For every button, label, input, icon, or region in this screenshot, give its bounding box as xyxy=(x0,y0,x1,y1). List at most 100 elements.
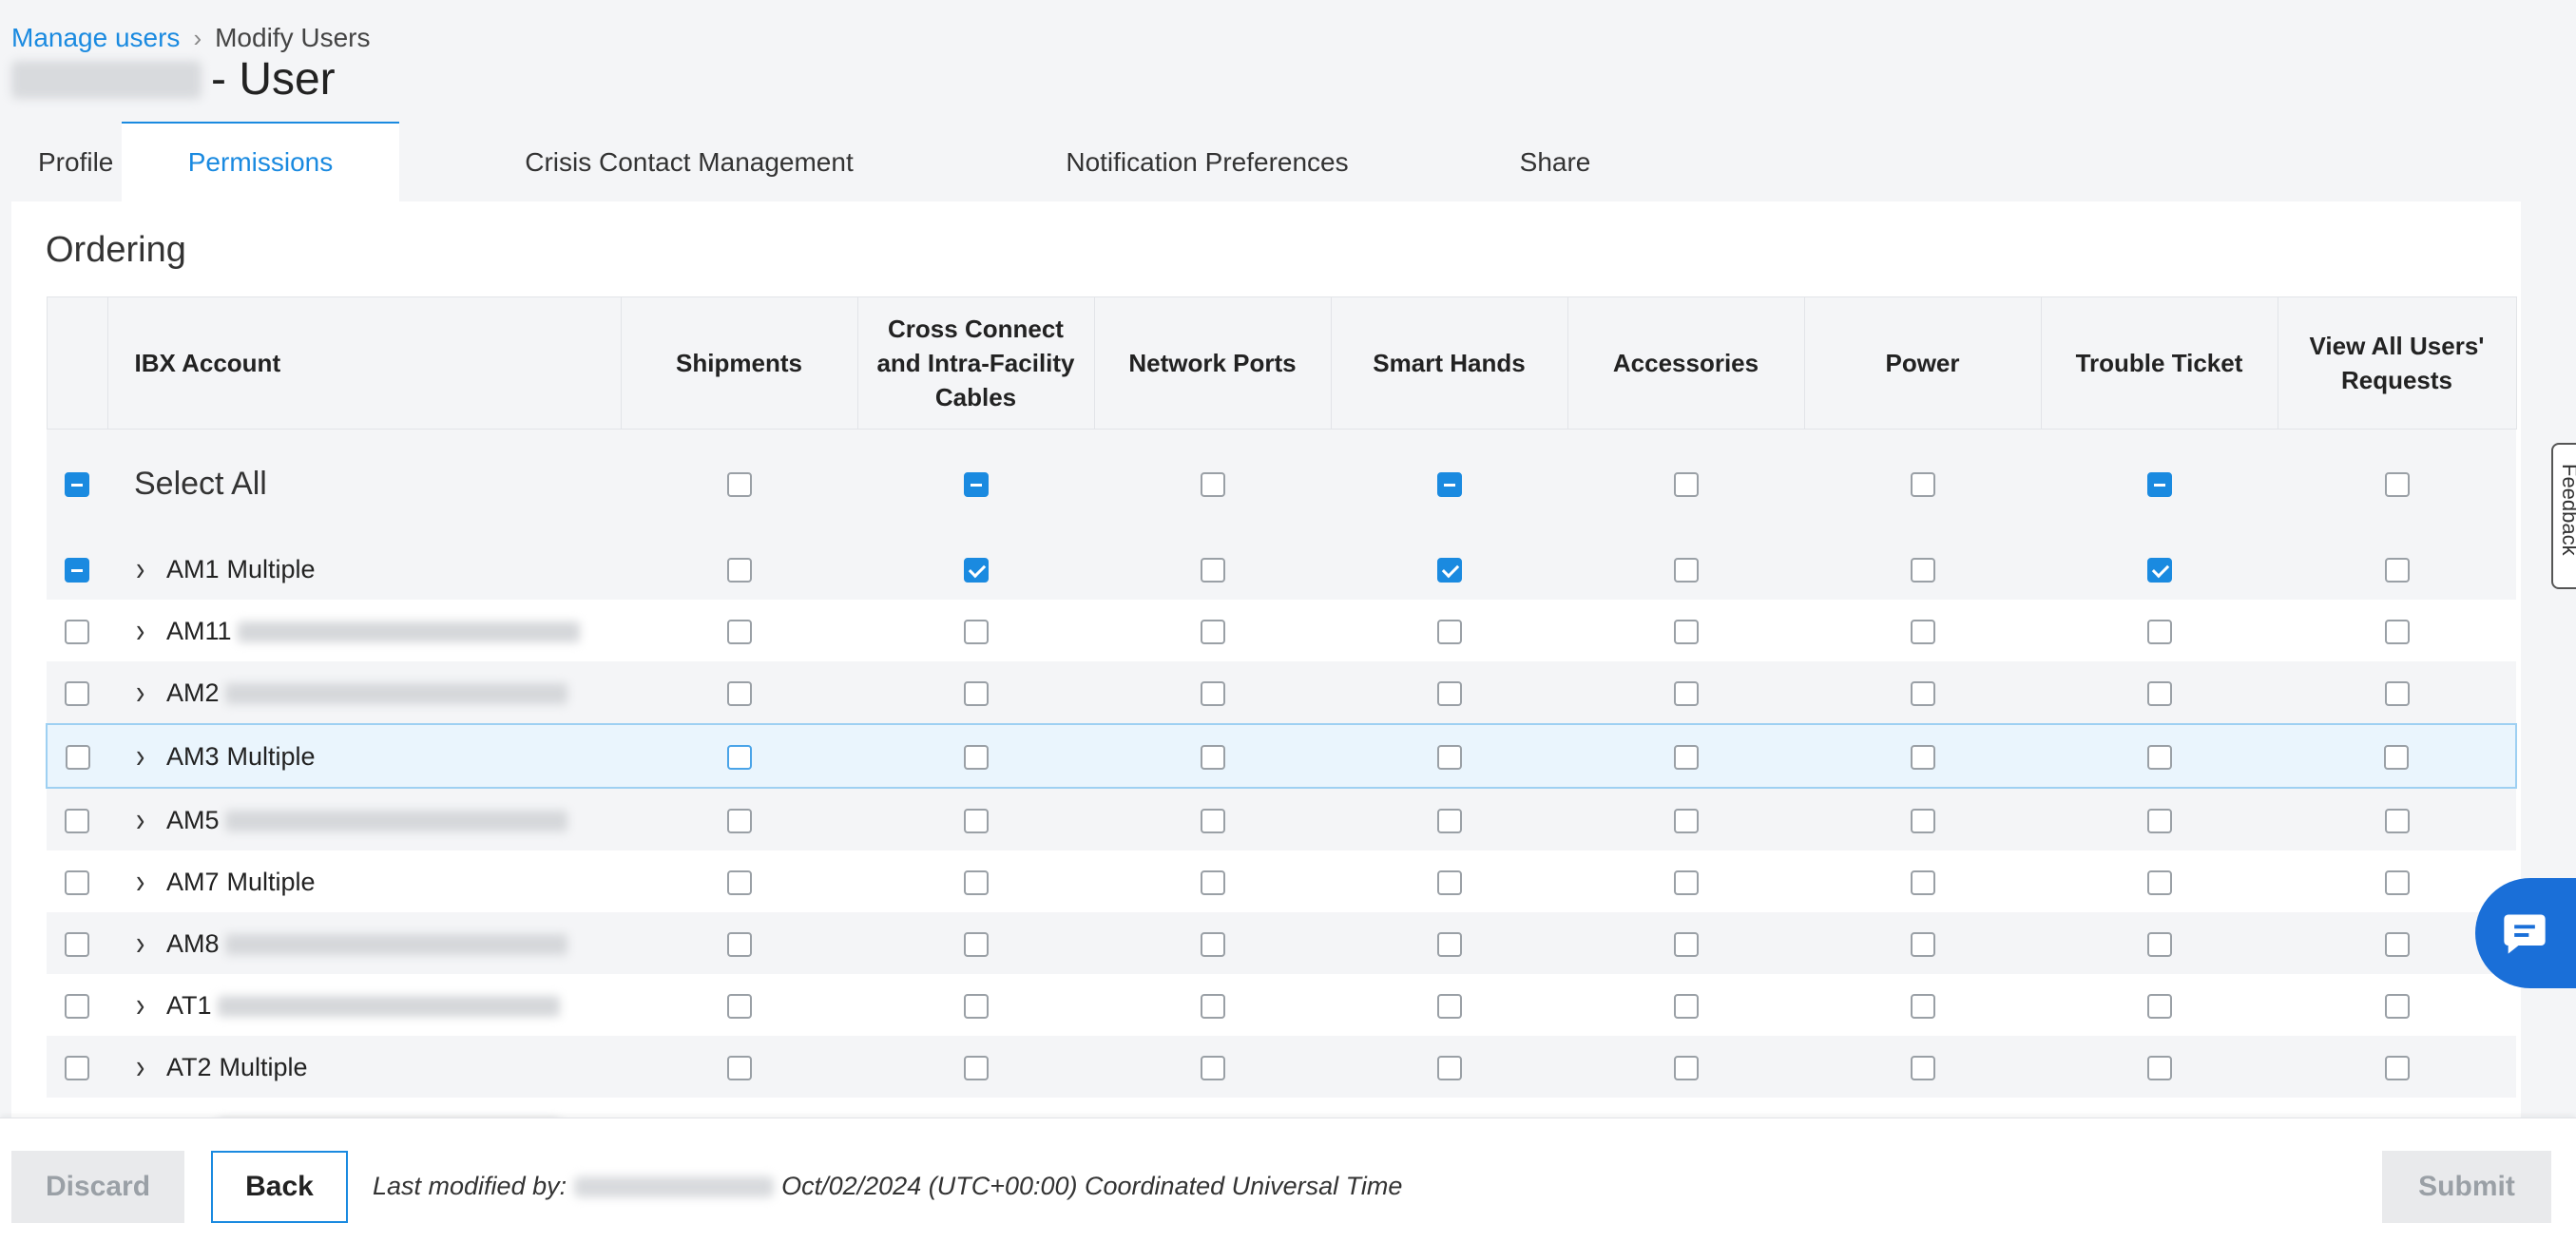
view-all-requests-checkbox[interactable] xyxy=(2384,869,2410,895)
view-all-requests-checkbox[interactable] xyxy=(2384,1055,2410,1080)
chevron-right-icon[interactable]: › xyxy=(136,985,149,1025)
row-select-checkbox[interactable] xyxy=(65,931,89,957)
view-all-requests-checkbox[interactable] xyxy=(2384,744,2409,770)
accessories-checkbox[interactable] xyxy=(1673,744,1699,770)
back-button[interactable]: Back xyxy=(211,1151,348,1223)
cross-connect-checkbox[interactable] xyxy=(963,680,989,706)
trouble-ticket-checkbox[interactable] xyxy=(2146,869,2172,895)
row-select-checkbox[interactable] xyxy=(65,993,89,1019)
feedback-tab[interactable]: Feedback xyxy=(2551,443,2576,589)
trouble-ticket-checkbox[interactable] xyxy=(2146,744,2172,770)
tab-notification-preferences[interactable]: Notification Preferences xyxy=(979,124,1435,201)
select-all-network-ports-checkbox[interactable] xyxy=(1200,472,1225,498)
tab-permissions[interactable]: Permissions xyxy=(122,122,399,201)
smart-hands-checkbox[interactable] xyxy=(1436,993,1462,1019)
smart-hands-checkbox[interactable] xyxy=(1436,744,1462,770)
smart-hands-checkbox[interactable] xyxy=(1436,557,1462,583)
trouble-ticket-checkbox[interactable] xyxy=(2146,680,2172,706)
cross-connect-checkbox[interactable] xyxy=(963,557,989,583)
chevron-right-icon[interactable]: › xyxy=(136,1047,149,1087)
network-ports-checkbox[interactable] xyxy=(1200,1055,1225,1080)
chat-button[interactable] xyxy=(2475,878,2576,988)
discard-button[interactable]: Discard xyxy=(11,1151,184,1223)
network-ports-checkbox[interactable] xyxy=(1200,931,1225,957)
row-select-checkbox[interactable] xyxy=(65,619,89,644)
accessories-checkbox[interactable] xyxy=(1673,931,1699,957)
shipments-checkbox[interactable] xyxy=(726,993,752,1019)
submit-button[interactable]: Submit xyxy=(2382,1151,2551,1223)
row-select-checkbox[interactable] xyxy=(65,557,89,583)
row-select-checkbox[interactable] xyxy=(65,1055,89,1080)
tab-crisis-contact-management[interactable]: Crisis Contact Management xyxy=(399,124,979,201)
accessories-checkbox[interactable] xyxy=(1673,1055,1699,1080)
tab-share[interactable]: Share xyxy=(1435,124,1675,201)
cross-connect-checkbox[interactable] xyxy=(963,1055,989,1080)
network-ports-checkbox[interactable] xyxy=(1200,744,1225,770)
row-select-checkbox[interactable] xyxy=(65,680,89,706)
chevron-right-icon[interactable]: › xyxy=(136,611,149,651)
shipments-checkbox[interactable] xyxy=(726,1055,752,1080)
breadcrumb-manage-users-link[interactable]: Manage users xyxy=(11,23,180,53)
chevron-right-icon[interactable]: › xyxy=(136,924,149,964)
row-select-checkbox[interactable] xyxy=(65,808,89,833)
accessories-checkbox[interactable] xyxy=(1673,869,1699,895)
cross-connect-checkbox[interactable] xyxy=(963,744,989,770)
trouble-ticket-checkbox[interactable] xyxy=(2146,808,2172,833)
row-select-checkbox[interactable] xyxy=(65,744,90,770)
select-all-shipments-checkbox[interactable] xyxy=(726,472,752,498)
chevron-right-icon[interactable]: › xyxy=(136,673,149,713)
chevron-right-icon[interactable]: › xyxy=(136,800,149,840)
trouble-ticket-checkbox[interactable] xyxy=(2146,993,2172,1019)
trouble-ticket-checkbox[interactable] xyxy=(2146,931,2172,957)
accessories-checkbox[interactable] xyxy=(1673,680,1699,706)
shipments-checkbox[interactable] xyxy=(726,557,752,583)
cross-connect-checkbox[interactable] xyxy=(963,869,989,895)
network-ports-checkbox[interactable] xyxy=(1200,808,1225,833)
view-all-requests-checkbox[interactable] xyxy=(2384,557,2410,583)
smart-hands-checkbox[interactable] xyxy=(1436,1055,1462,1080)
trouble-ticket-checkbox[interactable] xyxy=(2146,619,2172,644)
power-checkbox[interactable] xyxy=(1910,808,1935,833)
trouble-ticket-checkbox[interactable] xyxy=(2146,1055,2172,1080)
view-all-requests-checkbox[interactable] xyxy=(2384,619,2410,644)
select-all-cross-connect-checkbox[interactable] xyxy=(963,472,989,498)
cross-connect-checkbox[interactable] xyxy=(963,931,989,957)
select-all-smart-hands-checkbox[interactable] xyxy=(1436,472,1462,498)
row-select-checkbox[interactable] xyxy=(65,869,89,895)
power-checkbox[interactable] xyxy=(1910,744,1935,770)
accessories-checkbox[interactable] xyxy=(1673,557,1699,583)
select-all-trouble-ticket-checkbox[interactable] xyxy=(2146,472,2172,498)
accessories-checkbox[interactable] xyxy=(1673,993,1699,1019)
power-checkbox[interactable] xyxy=(1910,680,1935,706)
select-all-power-checkbox[interactable] xyxy=(1910,472,1935,498)
view-all-requests-checkbox[interactable] xyxy=(2384,993,2410,1019)
select-all-accessories-checkbox[interactable] xyxy=(1673,472,1699,498)
tab-profile[interactable]: Profile xyxy=(0,124,124,201)
smart-hands-checkbox[interactable] xyxy=(1436,680,1462,706)
chevron-right-icon[interactable]: › xyxy=(136,736,149,776)
trouble-ticket-checkbox[interactable] xyxy=(2146,557,2172,583)
cross-connect-checkbox[interactable] xyxy=(963,808,989,833)
power-checkbox[interactable] xyxy=(1910,557,1935,583)
power-checkbox[interactable] xyxy=(1910,931,1935,957)
network-ports-checkbox[interactable] xyxy=(1200,619,1225,644)
power-checkbox[interactable] xyxy=(1910,993,1935,1019)
shipments-checkbox[interactable] xyxy=(726,869,752,895)
smart-hands-checkbox[interactable] xyxy=(1436,869,1462,895)
power-checkbox[interactable] xyxy=(1910,1055,1935,1080)
smart-hands-checkbox[interactable] xyxy=(1436,808,1462,833)
network-ports-checkbox[interactable] xyxy=(1200,557,1225,583)
accessories-checkbox[interactable] xyxy=(1673,808,1699,833)
shipments-checkbox[interactable] xyxy=(726,808,752,833)
shipments-checkbox[interactable] xyxy=(726,931,752,957)
network-ports-checkbox[interactable] xyxy=(1200,680,1225,706)
cross-connect-checkbox[interactable] xyxy=(963,993,989,1019)
shipments-checkbox[interactable] xyxy=(726,619,752,644)
chevron-right-icon[interactable]: › xyxy=(136,862,149,902)
network-ports-checkbox[interactable] xyxy=(1200,993,1225,1019)
cross-connect-checkbox[interactable] xyxy=(963,619,989,644)
view-all-requests-checkbox[interactable] xyxy=(2384,808,2410,833)
select-all-checkbox[interactable] xyxy=(65,472,89,498)
shipments-checkbox[interactable] xyxy=(726,744,752,770)
view-all-requests-checkbox[interactable] xyxy=(2384,931,2410,957)
